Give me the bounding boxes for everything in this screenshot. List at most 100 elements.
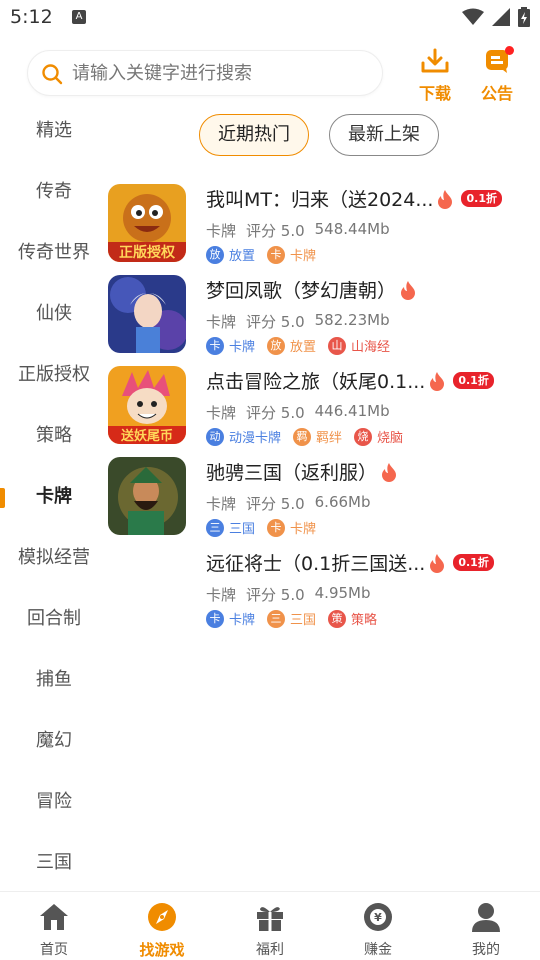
game-tag: 三三国: [267, 609, 316, 628]
nav-mine[interactable]: 我的: [432, 892, 540, 960]
game-tag: 山山海经: [328, 336, 390, 355]
nav-mine-label: 我的: [472, 942, 500, 958]
sidebar-item-kapai[interactable]: 卡牌: [0, 466, 108, 527]
fire-icon: [382, 462, 397, 482]
sidebar-item-celue[interactable]: 策略: [0, 405, 108, 466]
coin-icon: ¥: [364, 903, 392, 931]
game-rating: 评分 5.0: [246, 313, 305, 331]
game-tag: 放放置: [206, 245, 255, 264]
svg-text:送妖尾币: 送妖尾币: [120, 428, 173, 444]
game-icon-mt: 正版授权: [108, 184, 186, 262]
sidebar-item-maoxian[interactable]: 冒险: [0, 771, 108, 832]
game-category: 卡牌: [206, 404, 237, 422]
status-time: 5:12: [10, 6, 53, 28]
game-category: 卡牌: [206, 222, 237, 240]
game-title: 点击冒险之旅（妖尾0.1...: [206, 371, 426, 393]
nav-find-games[interactable]: 找游戏: [108, 892, 216, 960]
tab-newest[interactable]: 最新上架: [329, 114, 439, 156]
game-rating: 评分 5.0: [246, 495, 305, 513]
game-category: 卡牌: [206, 313, 237, 331]
home-icon: [40, 904, 68, 930]
user-icon: [472, 903, 500, 932]
svg-text:¥: ¥: [374, 911, 382, 924]
list-item[interactable]: 梦回凤歌（梦幻唐朝） 卡牌 评分 5.0 582.23Mb 卡卡牌 放放置 山山…: [108, 268, 540, 359]
list-item[interactable]: 送妖尾币 点击冒险之旅（妖尾0.1... 0.1折 卡牌 评分 5.0 446.…: [108, 359, 540, 450]
search-bar[interactable]: [27, 50, 383, 96]
svg-text:正版授权: 正版授权: [119, 244, 176, 261]
notification-dot: [505, 46, 514, 55]
discount-badge: 0.1折: [453, 554, 494, 571]
battery-icon: [518, 7, 530, 27]
sidebar-item-zhengban[interactable]: 正版授权: [0, 344, 108, 405]
game-tag: 卡卡牌: [206, 336, 255, 355]
game-category: 卡牌: [206, 586, 237, 604]
discount-badge: 0.1折: [461, 190, 502, 207]
download-icon: [421, 48, 449, 73]
game-size: 548.44Mb: [314, 220, 390, 238]
list-item[interactable]: 正版授权 我叫MT：归来（送2024... 0.1折 卡牌 评分 5.0 548…: [108, 177, 540, 268]
download-button[interactable]: 下载: [413, 48, 457, 103]
sidebar-item-chuanqi[interactable]: 传奇: [0, 161, 108, 222]
game-tag: 卡卡牌: [206, 609, 255, 628]
gift-icon: [257, 907, 283, 931]
sort-tabs: 近期热门 最新上架: [199, 114, 439, 156]
nav-welfare[interactable]: 福利: [216, 892, 324, 960]
game-rating: 评分 5.0: [246, 404, 305, 422]
tab-hot[interactable]: 近期热门: [199, 114, 309, 156]
nav-earn-label: 赚金: [364, 942, 392, 958]
game-tag: 三三国: [206, 518, 255, 537]
nav-find-games-label: 找游戏: [139, 941, 185, 959]
download-label: 下载: [418, 84, 451, 103]
sidebar-item-mohuan[interactable]: 魔幻: [0, 710, 108, 771]
nav-home-label: 首页: [40, 942, 68, 958]
list-item[interactable]: 远征将士（0.1折三国送... 0.1折 卡牌 评分 5.0 4.95Mb 卡卡…: [108, 541, 540, 632]
notification-a-icon: A: [72, 10, 86, 24]
game-title: 梦回凤歌（梦幻唐朝）: [206, 280, 397, 302]
sidebar-item-huihe[interactable]: 回合制: [0, 588, 108, 649]
fire-icon: [430, 371, 445, 391]
sidebar-item-jingxuan[interactable]: 精选: [0, 100, 108, 161]
game-category: 卡牌: [206, 495, 237, 513]
game-title: 我叫MT：归来（送2024...: [206, 189, 434, 211]
game-icon-fairytail: 送妖尾币: [108, 366, 186, 444]
sidebar-item-buyu[interactable]: 捕鱼: [0, 649, 108, 710]
fire-icon: [430, 553, 445, 573]
status-icons: [462, 7, 530, 27]
game-size: 446.41Mb: [314, 402, 390, 420]
game-title: 驰骋三国（返利服）: [206, 462, 378, 484]
game-tag: 放放置: [267, 336, 316, 355]
sidebar-item-moni[interactable]: 模拟经营: [0, 527, 108, 588]
category-sidebar: 精选 传奇 传奇世界 仙侠 正版授权 策略 卡牌 模拟经营 回合制 捕鱼 魔幻 …: [0, 100, 108, 893]
bottom-nav: 首页 找游戏 福利 ¥ 赚金 我的: [0, 891, 540, 960]
list-item[interactable]: 驰骋三国（返利服） 卡牌 评分 5.0 6.66Mb 三三国 卡卡牌: [108, 450, 540, 541]
discount-badge: 0.1折: [453, 372, 494, 389]
game-tag: 卡卡牌: [267, 245, 316, 264]
game-list: 正版授权 我叫MT：归来（送2024... 0.1折 卡牌 评分 5.0 548…: [108, 177, 540, 632]
nav-earn[interactable]: ¥ 赚金: [324, 892, 432, 960]
notice-button[interactable]: 公告: [475, 46, 519, 103]
game-size: 4.95Mb: [314, 584, 371, 602]
search-input[interactable]: [72, 51, 372, 95]
game-tag: 策策略: [328, 609, 377, 628]
fire-icon: [401, 280, 416, 300]
wifi-icon: [462, 8, 484, 25]
game-rating: 评分 5.0: [246, 586, 305, 604]
game-rating: 评分 5.0: [246, 222, 305, 240]
game-size: 582.23Mb: [314, 311, 390, 329]
sidebar-item-xianxia[interactable]: 仙侠: [0, 283, 108, 344]
fire-icon: [438, 189, 453, 209]
signal-icon: [492, 8, 510, 26]
game-tag: 烧烧脑: [354, 427, 403, 446]
search-icon: [42, 64, 63, 85]
game-icon-menghui: [108, 275, 186, 353]
compass-icon: [148, 903, 176, 931]
status-bar: 5:12 A: [0, 0, 540, 36]
notice-label: 公告: [480, 84, 513, 103]
nav-home[interactable]: 首页: [0, 892, 108, 960]
game-tag: 卡卡牌: [267, 518, 316, 537]
game-title: 远征将士（0.1折三国送...: [206, 553, 426, 575]
game-size: 6.66Mb: [314, 493, 371, 511]
sidebar-item-chuanqi-shijie[interactable]: 传奇世界: [0, 222, 108, 283]
game-tag: 动动漫卡牌: [206, 427, 281, 446]
sidebar-item-sanguo[interactable]: 三国: [0, 832, 108, 893]
